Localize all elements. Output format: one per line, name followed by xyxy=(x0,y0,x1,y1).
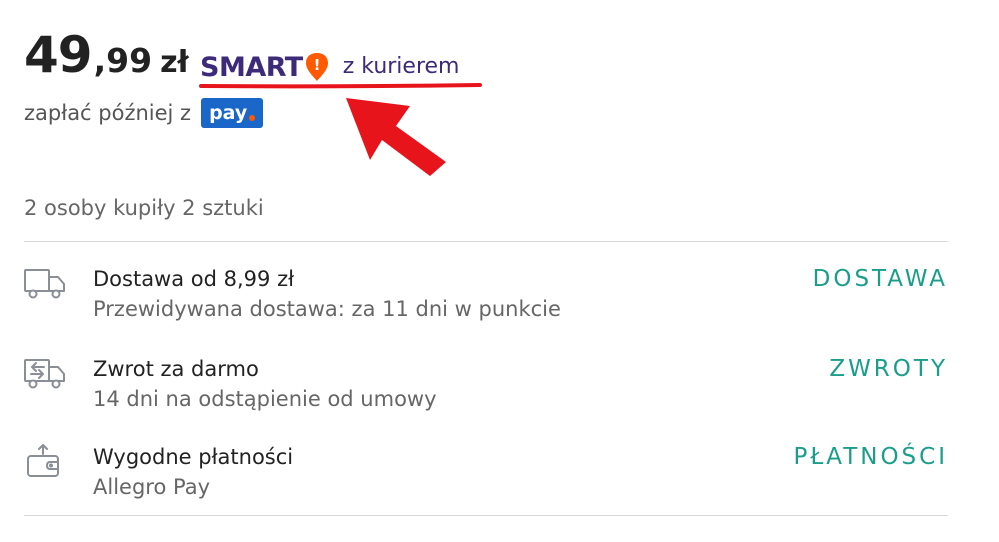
feature-payments-title: Wygodne płatności xyxy=(93,445,294,469)
feature-returns-subtitle: 14 dni na odstąpienie od umowy xyxy=(93,387,437,411)
wallet-icon xyxy=(27,444,59,477)
allegro-pay-badge-label: pay xyxy=(209,102,248,124)
pay-later: zapłać później z pay xyxy=(24,98,264,128)
smart-delivery-badge[interactable]: SMART ! z kurierem xyxy=(200,52,460,82)
annotation-arrow-icon xyxy=(346,98,446,176)
returns-link[interactable]: ZWROTY xyxy=(829,354,948,384)
pay-dot-icon xyxy=(249,115,256,121)
annotation-underline xyxy=(199,83,482,89)
truck-icon xyxy=(24,269,65,299)
smart-exclamation-icon: ! xyxy=(305,53,328,81)
allegro-pay-badge[interactable]: pay xyxy=(201,98,264,128)
feature-delivery: Dostawa od 8,99 zł Przewidywana dostawa:… xyxy=(24,264,948,334)
price-currency: zł xyxy=(160,45,189,80)
payments-link[interactable]: PŁATNOŚCI xyxy=(793,442,948,472)
delivery-link[interactable]: DOSTAWA xyxy=(813,264,948,294)
price: 49 ,99 zł xyxy=(24,30,189,80)
feature-payments: Wygodne płatności Allegro Pay PŁATNOŚCI xyxy=(24,442,948,512)
smart-exclamation-glyph: ! xyxy=(313,56,320,74)
divider-bottom xyxy=(24,515,948,516)
feature-delivery-title: Dostawa od 8,99 zł xyxy=(93,267,295,291)
popularity-info: 2 osoby kupiły 2 sztuki xyxy=(24,196,264,220)
feature-payments-subtitle: Allegro Pay xyxy=(93,475,210,499)
price-decimal: ,99 xyxy=(93,41,153,80)
smart-logo: SMART xyxy=(200,51,303,83)
feature-returns: Zwrot za darmo 14 dni na odstąpienie od … xyxy=(24,354,948,424)
feature-delivery-subtitle: Przewidywana dostawa: za 11 dni w punkci… xyxy=(93,297,561,321)
feature-returns-title: Zwrot za darmo xyxy=(93,357,259,381)
truck-return-icon xyxy=(24,359,65,389)
smart-courier-label: z kurierem xyxy=(342,54,460,79)
divider-top xyxy=(24,241,948,242)
pay-later-text: zapłać później z xyxy=(24,101,192,125)
price-integer: 49 xyxy=(24,26,93,84)
